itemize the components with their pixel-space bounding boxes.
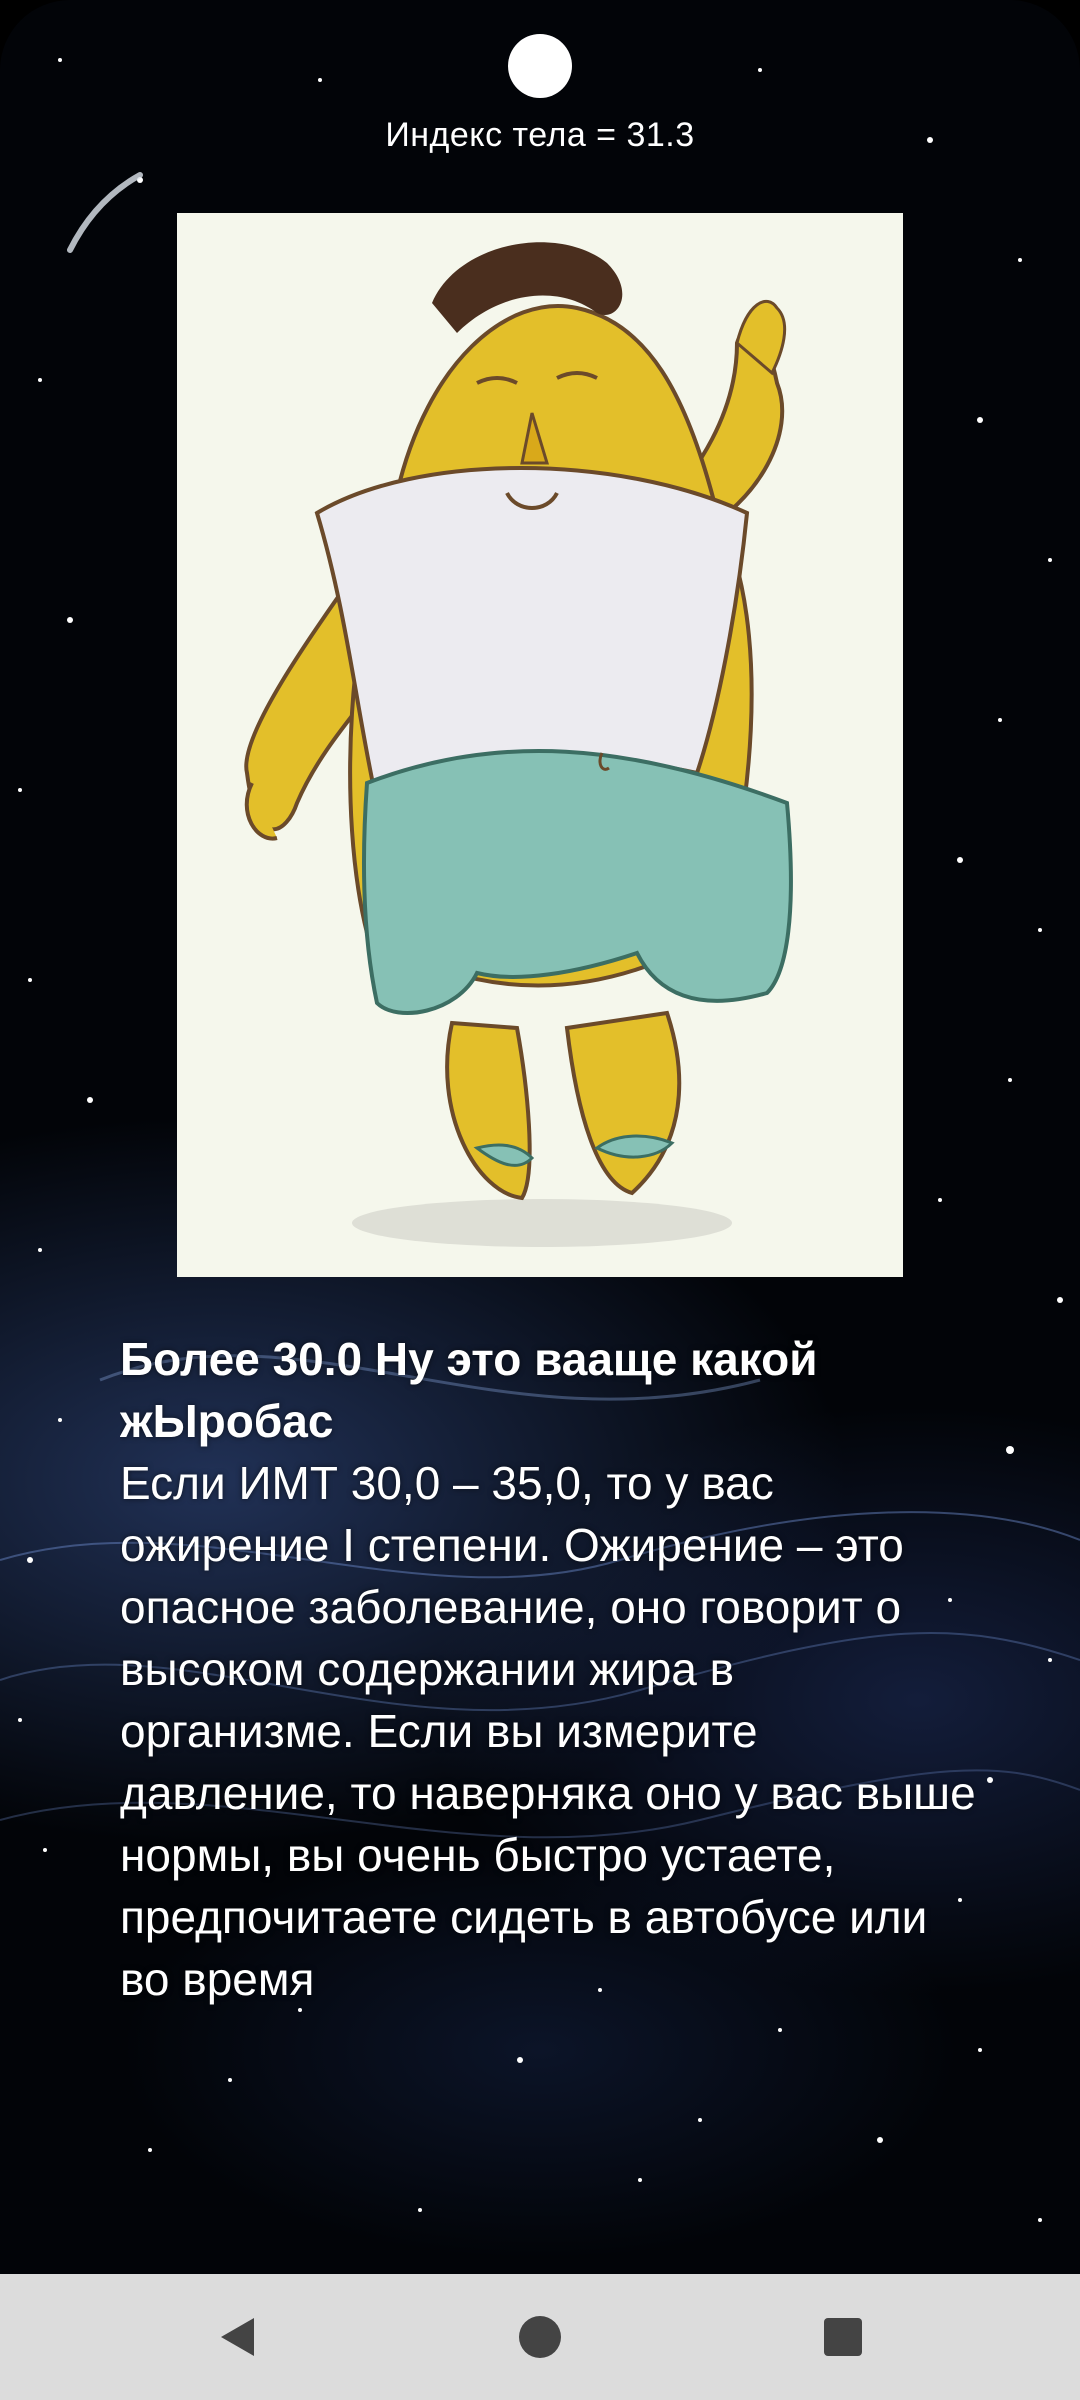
recents-square-icon (824, 2318, 862, 2356)
back-button[interactable] (167, 2274, 307, 2400)
system-navigation-bar (0, 2274, 1080, 2400)
overweight-man-illustration-icon (177, 213, 903, 1277)
recents-button[interactable] (773, 2274, 913, 2400)
bmi-category-heading: Более 30.0 Ну это вааще какой жЫробас (120, 1333, 818, 1447)
bmi-description-block: Более 30.0 Ну это вааще какой жЫробас Ес… (120, 1328, 980, 2088)
app-screen: Индекс тела = 31.3 Более 30.0 Ну это ваа… (0, 0, 1080, 2400)
home-button[interactable] (470, 2274, 610, 2400)
bmi-result-label: Индекс тела = 31.3 (385, 116, 695, 154)
bmi-category-description: Если ИМТ 30,0 – 35,0, то у вас ожирение … (120, 1457, 976, 2005)
home-circle-icon (519, 2316, 561, 2358)
back-triangle-icon (220, 2318, 254, 2356)
camera-cutout (508, 34, 572, 98)
